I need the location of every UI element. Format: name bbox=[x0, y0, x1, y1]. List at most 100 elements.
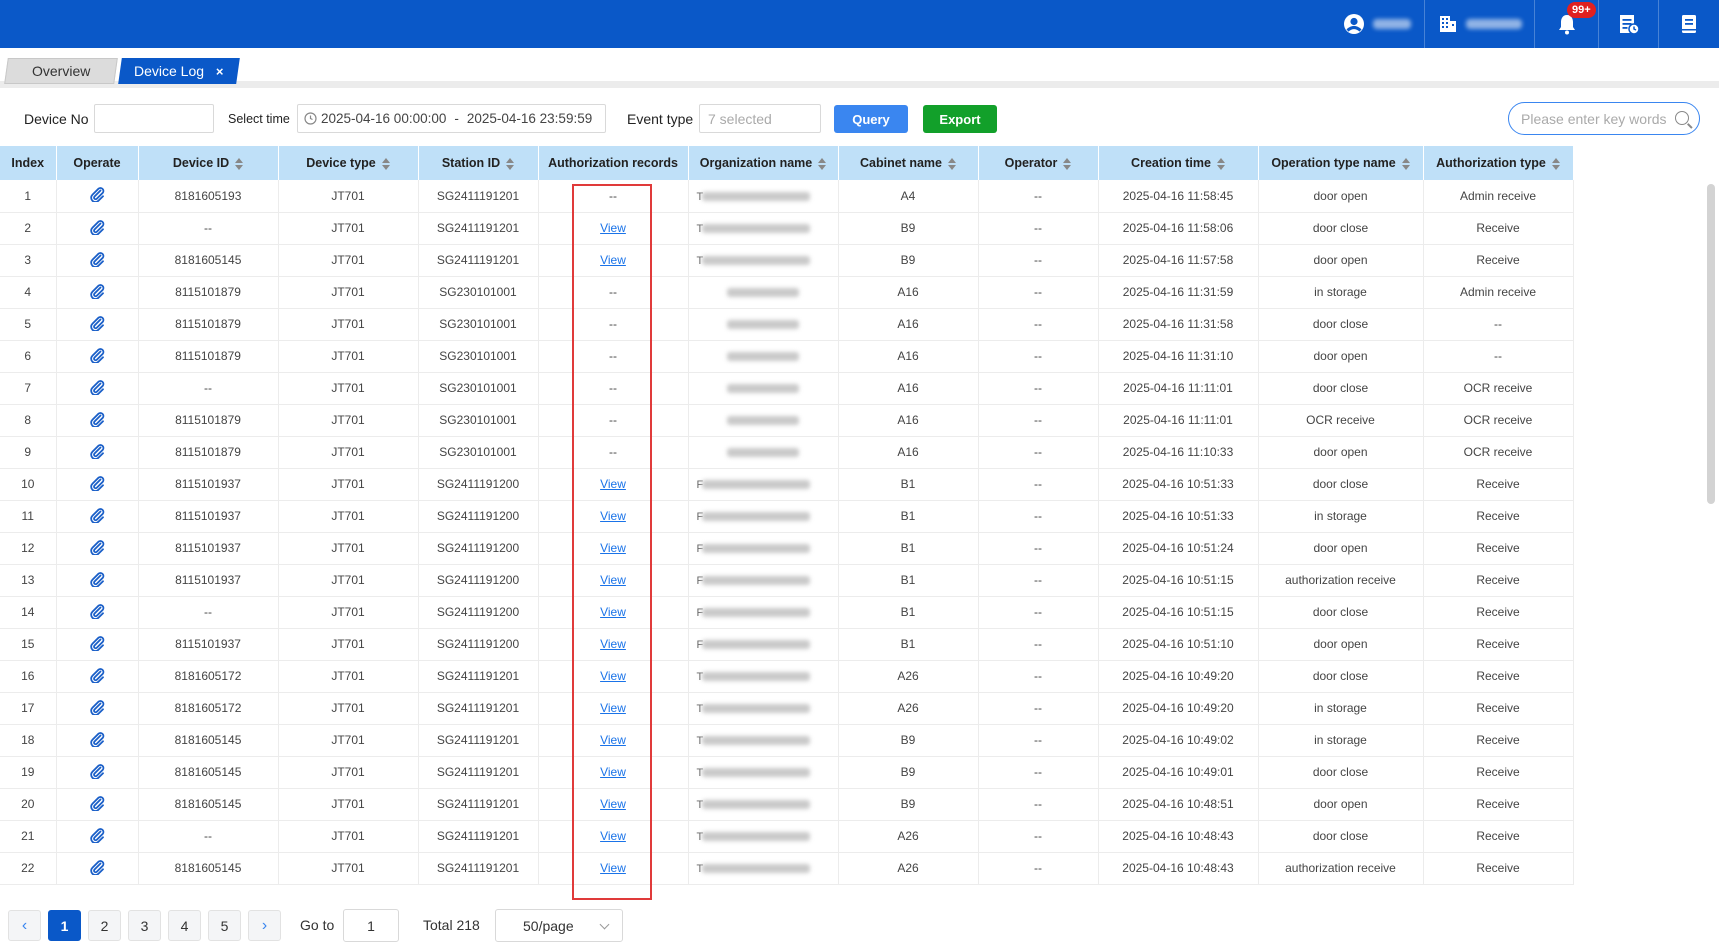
paperclip-icon[interactable] bbox=[89, 315, 105, 332]
index-cell: 17 bbox=[0, 692, 57, 725]
column-header[interactable]: Device ID bbox=[138, 146, 279, 180]
tab-device-log[interactable]: Device Log × bbox=[118, 58, 240, 84]
device-type-cell: JT701 bbox=[278, 820, 419, 853]
view-authorization-link[interactable]: View bbox=[600, 733, 626, 747]
query-button[interactable]: Query bbox=[834, 105, 908, 133]
view-authorization-link[interactable]: View bbox=[600, 541, 626, 555]
event-type-select[interactable]: 7 selected bbox=[699, 104, 821, 133]
operation-type-cell: door open bbox=[1258, 436, 1424, 469]
sort-icon[interactable] bbox=[1063, 157, 1072, 170]
column-header[interactable]: Cabinet name bbox=[838, 146, 979, 180]
page-button-4[interactable]: 4 bbox=[168, 910, 201, 941]
column-header[interactable]: Operator bbox=[978, 146, 1099, 180]
device-no-input[interactable] bbox=[94, 104, 214, 133]
paperclip-icon[interactable] bbox=[89, 443, 105, 460]
column-header[interactable]: Creation time bbox=[1098, 146, 1259, 180]
paperclip-icon[interactable] bbox=[89, 411, 105, 428]
creation-time-cell: 2025-04-16 11:31:10 bbox=[1098, 340, 1259, 373]
paperclip-icon[interactable] bbox=[89, 859, 105, 876]
paperclip-icon[interactable] bbox=[89, 571, 105, 588]
paperclip-icon[interactable] bbox=[89, 699, 105, 716]
page-button-5[interactable]: 5 bbox=[208, 910, 241, 941]
cabinet-name-cell: B9 bbox=[838, 212, 979, 245]
device-id-cell: 8115101937 bbox=[138, 500, 279, 533]
organization-name-redacted bbox=[701, 608, 810, 618]
user-menu[interactable] bbox=[1330, 0, 1424, 48]
paperclip-icon[interactable] bbox=[89, 219, 105, 236]
index-cell: 22 bbox=[0, 852, 57, 885]
paperclip-icon[interactable] bbox=[89, 763, 105, 780]
paperclip-icon[interactable] bbox=[89, 731, 105, 748]
paperclip-icon[interactable] bbox=[89, 635, 105, 652]
authorization-records-cell: View bbox=[538, 500, 689, 533]
view-authorization-link[interactable]: View bbox=[600, 669, 626, 683]
view-authorization-link[interactable]: View bbox=[600, 509, 626, 523]
sort-icon[interactable] bbox=[1216, 157, 1225, 170]
column-header[interactable]: Device type bbox=[278, 146, 419, 180]
sort-icon[interactable] bbox=[506, 157, 515, 170]
sort-icon[interactable] bbox=[1551, 157, 1560, 170]
view-authorization-link[interactable]: View bbox=[600, 637, 626, 651]
search-icon[interactable] bbox=[1675, 111, 1689, 125]
creation-time-cell: 2025-04-16 10:49:02 bbox=[1098, 724, 1259, 757]
paperclip-icon[interactable] bbox=[89, 251, 105, 268]
column-header[interactable]: Organization name bbox=[688, 146, 839, 180]
paperclip-icon[interactable] bbox=[89, 379, 105, 396]
station-id-cell: SG2411191200 bbox=[418, 628, 539, 661]
view-authorization-link[interactable]: View bbox=[600, 573, 626, 587]
paperclip-icon[interactable] bbox=[89, 539, 105, 556]
organization-menu[interactable] bbox=[1424, 0, 1534, 48]
view-authorization-link[interactable]: View bbox=[600, 605, 626, 619]
paperclip-icon[interactable] bbox=[89, 827, 105, 844]
paperclip-icon[interactable] bbox=[89, 347, 105, 364]
paperclip-icon[interactable] bbox=[89, 667, 105, 684]
column-header-label: Index bbox=[11, 156, 45, 170]
column-header[interactable]: Operation type name bbox=[1258, 146, 1424, 180]
view-authorization-link[interactable]: View bbox=[600, 477, 626, 491]
date-range-picker[interactable]: 2025-04-16 00:00:00 - 2025-04-16 23:59:5… bbox=[297, 104, 606, 133]
device-id-cell: 8181605145 bbox=[138, 244, 279, 277]
paperclip-icon[interactable] bbox=[89, 507, 105, 524]
view-authorization-link[interactable]: View bbox=[600, 829, 626, 843]
page-button-1[interactable]: 1 bbox=[48, 910, 81, 941]
operator-cell: -- bbox=[978, 244, 1099, 277]
paperclip-icon[interactable] bbox=[89, 603, 105, 620]
sort-icon[interactable] bbox=[235, 157, 244, 170]
index-cell: 1 bbox=[0, 180, 57, 213]
page-size-select[interactable]: 50/page bbox=[495, 909, 623, 942]
paperclip-icon[interactable] bbox=[89, 795, 105, 812]
table-scrollbar[interactable] bbox=[1707, 184, 1715, 504]
view-authorization-link[interactable]: View bbox=[600, 765, 626, 779]
paperclip-icon[interactable] bbox=[89, 186, 105, 204]
report-button[interactable] bbox=[1598, 0, 1658, 48]
paperclip-icon[interactable] bbox=[89, 475, 105, 492]
column-header[interactable]: Authorization type bbox=[1423, 146, 1574, 180]
notifications-button[interactable]: 99+ bbox=[1534, 0, 1598, 48]
close-icon[interactable]: × bbox=[216, 64, 224, 79]
keyword-search-input[interactable]: Please enter key words bbox=[1508, 102, 1700, 135]
column-header-label: Operation type name bbox=[1271, 156, 1396, 170]
manual-button[interactable] bbox=[1658, 0, 1719, 48]
column-header[interactable]: Station ID bbox=[418, 146, 539, 180]
prev-page-button[interactable]: ‹ bbox=[8, 910, 41, 941]
device-type-cell: JT701 bbox=[278, 436, 419, 469]
view-authorization-link[interactable]: View bbox=[600, 861, 626, 875]
sort-icon[interactable] bbox=[947, 157, 956, 170]
operation-type-cell: door close bbox=[1258, 820, 1424, 853]
export-button[interactable]: Export bbox=[923, 105, 997, 133]
view-authorization-link[interactable]: View bbox=[600, 797, 626, 811]
sort-icon[interactable] bbox=[1401, 157, 1410, 170]
paperclip-icon[interactable] bbox=[89, 283, 105, 300]
next-page-button[interactable]: › bbox=[248, 910, 281, 941]
tab-overview[interactable]: Overview bbox=[4, 58, 118, 84]
view-authorization-link[interactable]: View bbox=[600, 701, 626, 715]
page-button-2[interactable]: 2 bbox=[88, 910, 121, 941]
goto-page-input[interactable]: 1 bbox=[343, 909, 399, 942]
authorization-type-cell: Receive bbox=[1423, 212, 1574, 245]
view-authorization-link[interactable]: View bbox=[600, 253, 626, 267]
page-button-3[interactable]: 3 bbox=[128, 910, 161, 941]
view-authorization-link[interactable]: View bbox=[600, 221, 626, 235]
sort-icon[interactable] bbox=[818, 157, 827, 170]
sort-icon[interactable] bbox=[381, 157, 390, 170]
authorization-type-cell: Receive bbox=[1423, 756, 1574, 789]
